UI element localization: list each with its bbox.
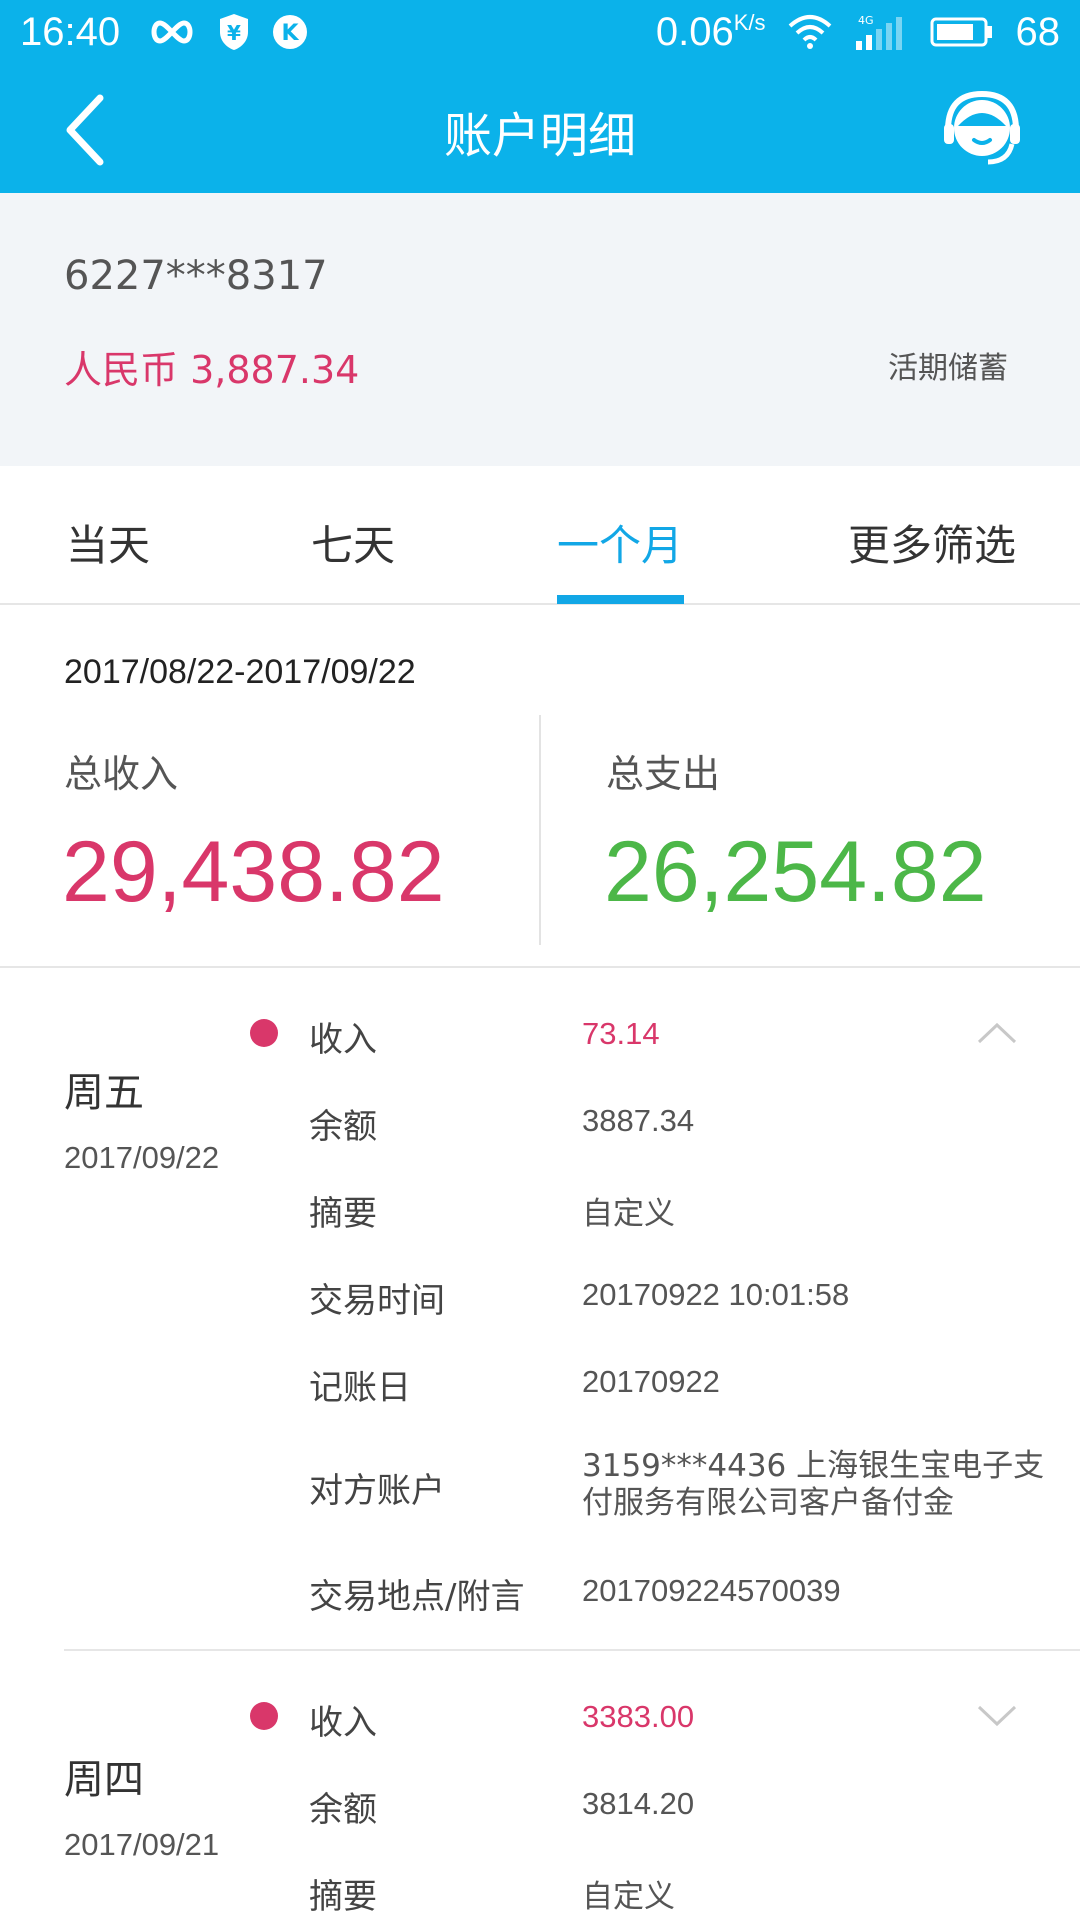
row-value-income: 73.14 <box>582 1016 660 1051</box>
top-bar: 16:40 ¥ K 0.06K/s 4G 68 账户明细 <box>0 0 1080 193</box>
transaction-date: 2017/09/22 <box>64 1140 220 1175</box>
period-tabs: 当天 七天 一个月 更多筛选 <box>0 466 1080 605</box>
row-label-posting-date: 记账日 <box>309 1368 411 1408</box>
total-expense-label: 总支出 <box>606 752 721 796</box>
status-bar: 16:40 ¥ K 0.06K/s 4G 68 <box>0 0 1080 66</box>
net-speed-value: 0.06 <box>655 9 734 54</box>
row-label-income: 收入 <box>309 1020 377 1060</box>
tab-today[interactable]: 当天 <box>66 512 150 573</box>
tab-seven-days[interactable]: 七天 <box>311 512 395 573</box>
net-speed-unit: K/s <box>733 9 766 35</box>
row-value-counterparty: 3159***4436 上海银生宝电子支付服务有限公司客户备付金 <box>582 1448 1045 1521</box>
row-value-posting-date: 20170922 <box>582 1364 720 1399</box>
svg-text:¥: ¥ <box>227 21 241 45</box>
wifi-icon <box>788 15 831 49</box>
row-value-balance: 3887.34 <box>582 1103 695 1138</box>
transaction-date: 2017/09/21 <box>64 1827 220 1862</box>
transaction-weekday: 周五 <box>64 1070 144 1116</box>
row-value-summary: 自定义 <box>582 1879 675 1915</box>
net-speed: 0.06K/s <box>656 10 766 55</box>
row-value-location-memo: 201709224570039 <box>582 1573 841 1608</box>
row-label-trade-time: 交易时间 <box>309 1281 445 1321</box>
battery-level: 68 <box>1015 9 1061 54</box>
row-label-summary: 摘要 <box>309 1194 377 1234</box>
row-label-location-memo: 交易地点/附言 <box>309 1577 525 1617</box>
customer-service-icon[interactable] <box>942 88 1022 170</box>
svg-text:4G: 4G <box>858 14 874 27</box>
nav-bar: 账户明细 <box>0 66 1080 193</box>
row-label-income: 收入 <box>309 1703 377 1743</box>
date-range: 2017/08/22-2017/09/22 <box>64 653 416 691</box>
account-card: 6227***8317 人民币 3,887.34 活期储蓄 <box>0 193 1080 466</box>
row-label-balance: 余额 <box>309 1790 377 1830</box>
svg-text:K: K <box>281 21 299 46</box>
transaction-item[interactable]: 周五 2017/09/22 收入 73.14 余额 3887.34 摘要 自定义… <box>0 968 1080 1651</box>
tab-one-month[interactable]: 一个月 <box>557 512 683 573</box>
transaction-weekday: 周四 <box>64 1757 144 1803</box>
income-dot <box>250 1702 278 1730</box>
status-icons-left: ¥ K <box>148 12 308 52</box>
chevron-up-icon[interactable] <box>976 1021 1018 1045</box>
row-label-balance: 余额 <box>309 1107 377 1147</box>
row-value-income: 3383.00 <box>582 1699 695 1734</box>
account-balance: 人民币 3,887.34 <box>64 348 360 392</box>
tab-more-filters[interactable]: 更多筛选 <box>848 512 1016 573</box>
row-label-counterparty: 对方账户 <box>309 1471 445 1511</box>
tab-active-indicator <box>557 595 684 604</box>
row-value-balance: 3814.20 <box>582 1786 695 1821</box>
account-number: 6227***8317 <box>64 253 328 299</box>
signal-4g-icon: 4G <box>855 14 902 50</box>
row-label-summary: 摘要 <box>309 1877 377 1917</box>
status-icons-right: 0.06K/s 4G 68 <box>656 8 1060 56</box>
row-value-trade-time: 20170922 10:01:58 <box>582 1277 850 1312</box>
account-type: 活期储蓄 <box>888 351 1008 386</box>
shield-yen-icon: ¥ <box>220 14 248 50</box>
battery-icon <box>930 17 992 47</box>
k-app-icon: K <box>273 15 307 49</box>
chevron-down-icon[interactable] <box>976 1704 1018 1728</box>
infinity-icon <box>151 20 193 44</box>
total-expense-value: 26,254.82 <box>604 824 987 920</box>
total-income-label: 总收入 <box>64 752 179 796</box>
row-value-summary: 自定义 <box>582 1196 675 1232</box>
summary-panel: 2017/08/22-2017/09/22 总收入 29,438.82 总支出 … <box>0 605 1080 968</box>
income-dot <box>250 1019 278 1047</box>
transaction-item[interactable]: 周四 2017/09/21 收入 3383.00 余额 3814.20 摘要 自… <box>0 1651 1080 1920</box>
page-title: 账户明细 <box>443 108 636 164</box>
summary-divider <box>539 715 541 945</box>
total-income-value: 29,438.82 <box>62 824 445 920</box>
status-time: 16:40 <box>20 10 121 54</box>
